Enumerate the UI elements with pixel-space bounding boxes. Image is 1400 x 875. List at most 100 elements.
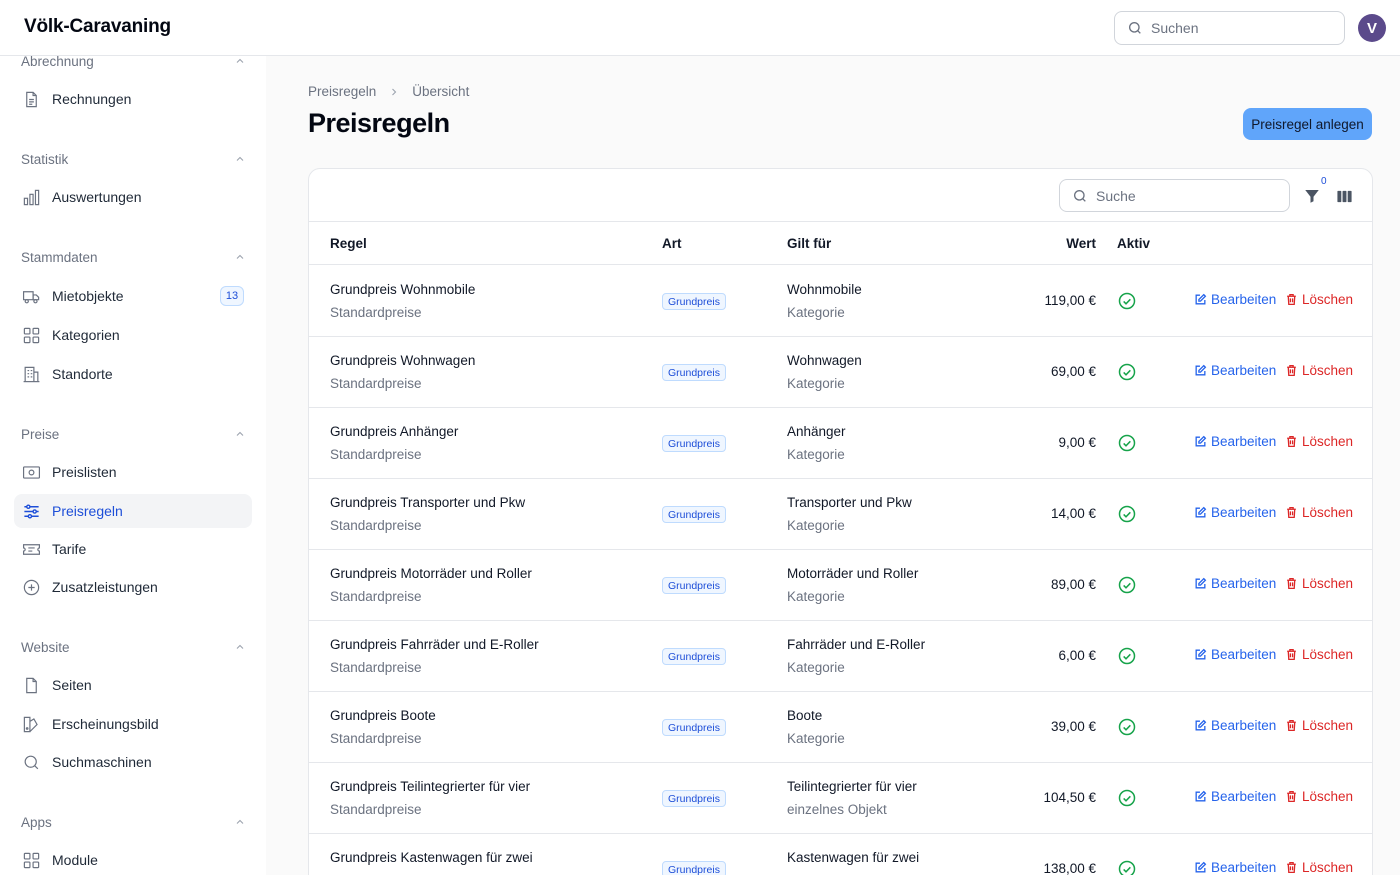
table-search[interactable] <box>1059 179 1290 212</box>
chevron-up-icon <box>236 819 244 824</box>
column-header-applies[interactable]: Gilt für <box>787 236 831 251</box>
rule-value: 6,00 € <box>1058 648 1096 663</box>
sidebar-item-module[interactable]: Module <box>14 843 252 875</box>
sidebar-item-kategorien[interactable]: Kategorien <box>14 318 252 352</box>
sidebar-item-zusatzleistungen[interactable]: Zusatzleistungen <box>14 570 252 604</box>
plus-circle-icon <box>23 579 40 595</box>
group-header-statistik[interactable]: Statistik <box>21 149 246 169</box>
applies-to: Kastenwagen für zwei <box>787 850 920 865</box>
sidebar-item-preisregeln[interactable]: Preisregeln <box>14 494 252 528</box>
ticket-icon <box>22 543 41 555</box>
delete-button[interactable]: Löschen <box>1285 363 1353 378</box>
delete-button[interactable]: Löschen <box>1285 576 1353 591</box>
rule-name[interactable]: Grundpreis Kastenwagen für zwei <box>330 850 533 865</box>
edit-button[interactable]: Bearbeiten <box>1194 576 1276 591</box>
delete-button[interactable]: Löschen <box>1285 789 1353 804</box>
brand-logo[interactable]: Völk-Caravaning <box>24 16 171 38</box>
delete-button[interactable]: Löschen <box>1285 860 1353 875</box>
rule-name[interactable]: Grundpreis Motorräder und Roller <box>330 566 532 581</box>
trash-icon <box>1287 719 1296 732</box>
group-header-abrechnung[interactable]: Abrechnung <box>21 56 246 71</box>
columns-icon <box>1336 190 1352 202</box>
column-header-rule[interactable]: Regel <box>330 236 367 251</box>
applies-to-type: Kategorie <box>787 660 845 675</box>
sidebar-item-preislisten[interactable]: Preislisten <box>14 455 252 489</box>
avatar[interactable]: V <box>1358 14 1386 42</box>
sidebar-item-mietobjekte[interactable]: Mietobjekte 13 <box>14 279 252 313</box>
table-row: Grundpreis Fahrräder und E-Roller Standar… <box>309 621 1372 692</box>
grid-icon <box>23 327 40 343</box>
sidebar-item-standorte[interactable]: Standorte <box>14 357 252 391</box>
breadcrumb-current: Übersicht <box>412 84 470 99</box>
check-circle-icon <box>1118 505 1136 523</box>
column-header-value[interactable]: Wert <box>1066 236 1096 251</box>
edit-button[interactable]: Bearbeiten <box>1194 718 1276 733</box>
rule-name[interactable]: Grundpreis Wohnwagen <box>330 353 475 368</box>
delete-button[interactable]: Löschen <box>1285 292 1353 307</box>
edit-icon <box>1195 719 1207 731</box>
check-circle-icon <box>1118 789 1136 807</box>
group-header-apps[interactable]: Apps <box>21 812 246 832</box>
table-search-input[interactable] <box>1096 187 1276 204</box>
group-header-website[interactable]: Website <box>21 637 246 657</box>
rule-name[interactable]: Grundpreis Anhänger <box>330 424 458 439</box>
edit-label: Bearbeiten <box>1211 434 1277 449</box>
document-icon <box>26 91 37 107</box>
rule-name[interactable]: Grundpreis Wohnmobile <box>330 282 475 297</box>
rule-name[interactable]: Grundpreis Transporter und Pkw <box>330 495 525 510</box>
top-bar: Völk-Caravaning V <box>0 0 1400 56</box>
sidebar: Abrechnung Rechnungen Statistik Auswertu… <box>0 56 266 875</box>
edit-button[interactable]: Bearbeiten <box>1194 789 1276 804</box>
trash-icon <box>1287 364 1296 377</box>
type-badge: Grundpreis <box>662 435 726 452</box>
rule-group: Standardpreise <box>330 376 422 391</box>
group-header-stammdaten[interactable]: Stammdaten <box>21 247 246 267</box>
edit-label: Bearbeiten <box>1211 363 1277 378</box>
rule-value: 104,50 € <box>1043 790 1096 805</box>
trash-icon <box>1287 577 1296 590</box>
chevron-up-icon <box>236 431 244 436</box>
global-search-input[interactable] <box>1151 20 1331 36</box>
edit-button[interactable]: Bearbeiten <box>1194 647 1276 662</box>
create-price-rule-button[interactable]: Preisregel anlegen <box>1243 108 1372 140</box>
edit-icon <box>1195 506 1207 518</box>
edit-icon <box>1195 577 1207 589</box>
column-toggle-button[interactable] <box>1333 185 1355 207</box>
sidebar-item-seiten[interactable]: Seiten <box>14 668 252 702</box>
edit-button[interactable]: Bearbeiten <box>1194 363 1276 378</box>
delete-button[interactable]: Löschen <box>1285 505 1353 520</box>
edit-button[interactable]: Bearbeiten <box>1194 292 1276 307</box>
active-indicator <box>1117 859 1137 875</box>
table-row: Grundpreis Anhänger Standardpreise Grundpr… <box>309 408 1372 479</box>
edit-button[interactable]: Bearbeiten <box>1194 434 1276 449</box>
global-search[interactable] <box>1114 11 1345 45</box>
sidebar-item-rechnungen[interactable]: Rechnungen <box>14 82 252 116</box>
group-label: Apps <box>21 814 52 830</box>
chevron-up-icon <box>236 58 244 63</box>
rule-group: Standardpreise <box>330 447 422 462</box>
applies-to-type: Kategorie <box>787 731 845 746</box>
column-header-active[interactable]: Aktiv <box>1117 236 1150 251</box>
breadcrumb-link-preisregeln[interactable]: Preisregeln <box>308 84 376 99</box>
edit-label: Bearbeiten <box>1211 718 1277 733</box>
sidebar-item-label: Suchmaschinen <box>52 754 152 770</box>
sidebar-item-tarife[interactable]: Tarife <box>14 532 252 566</box>
check-circle-icon <box>1118 718 1136 736</box>
bar-chart-icon <box>23 189 40 205</box>
delete-button[interactable]: Löschen <box>1285 434 1353 449</box>
edit-button[interactable]: Bearbeiten <box>1194 860 1276 875</box>
delete-button[interactable]: Löschen <box>1285 647 1353 662</box>
chevron-up-icon <box>236 644 244 649</box>
active-indicator <box>1117 646 1137 666</box>
delete-button[interactable]: Löschen <box>1285 718 1353 733</box>
column-header-type[interactable]: Art <box>662 236 682 251</box>
filter-button[interactable] <box>1301 185 1323 207</box>
rule-name[interactable]: Grundpreis Fahrräder und E-Roller <box>330 637 539 652</box>
rule-name[interactable]: Grundpreis Boote <box>330 708 436 723</box>
sidebar-item-suchmaschinen[interactable]: Suchmaschinen <box>14 745 252 779</box>
sidebar-item-auswertungen[interactable]: Auswertungen <box>14 180 252 214</box>
sidebar-item-erscheinungsbild[interactable]: Erscheinungsbild <box>14 707 252 741</box>
group-header-preise[interactable]: Preise <box>21 424 246 444</box>
rule-name[interactable]: Grundpreis Teilintegrierter für vier <box>330 779 530 794</box>
edit-button[interactable]: Bearbeiten <box>1194 505 1276 520</box>
